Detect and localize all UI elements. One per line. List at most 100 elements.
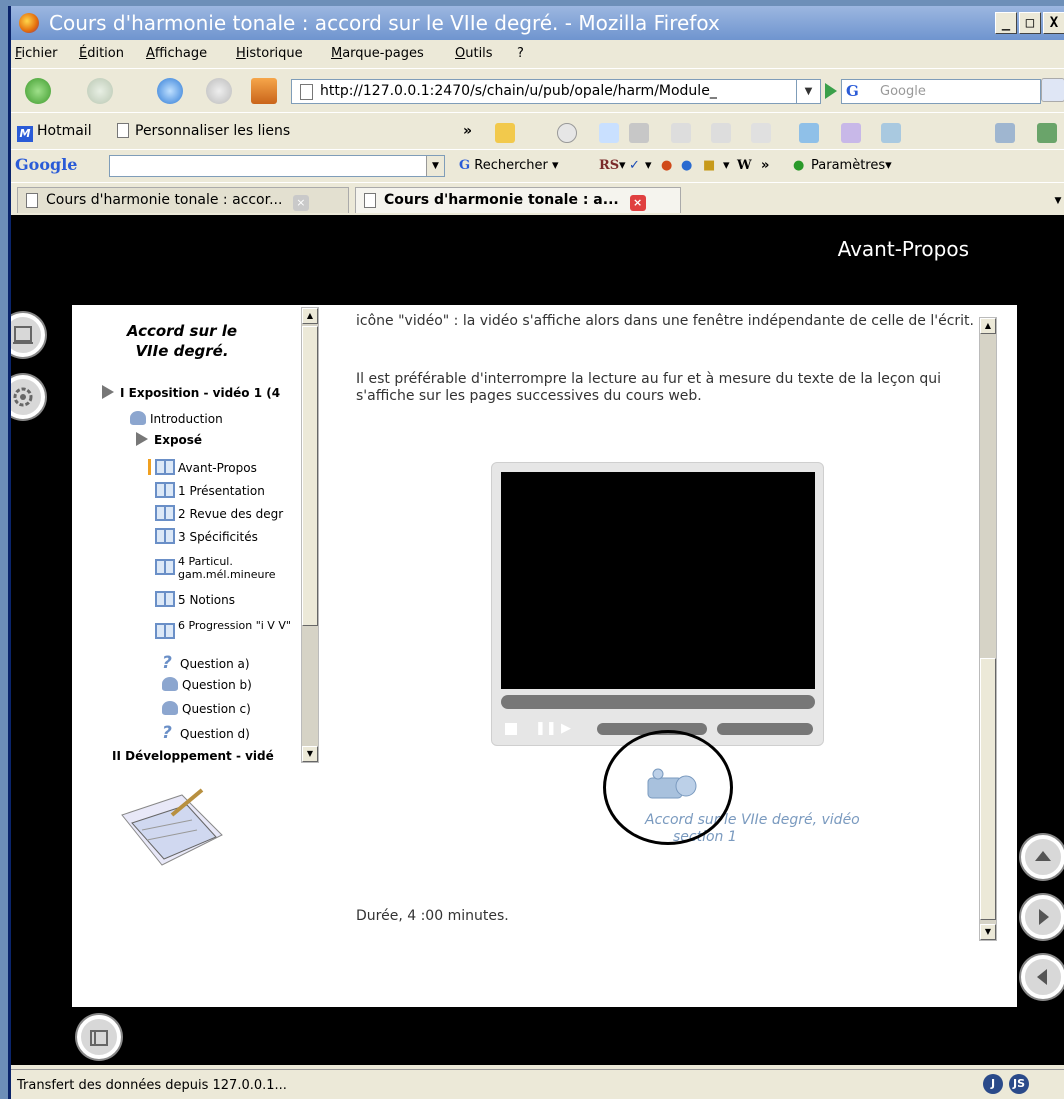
rs-dropdown-icon[interactable]: ▾ xyxy=(619,158,626,173)
text-intro: icône "vidéo" : la vidéo s'affiche alors… xyxy=(356,313,974,329)
back-icon[interactable] xyxy=(25,78,51,104)
bookmark-hotmail[interactable]: M Hotmail xyxy=(17,123,92,142)
history-icon[interactable] xyxy=(557,123,577,143)
share-icon[interactable]: ● xyxy=(681,158,692,173)
google-dropdown-icon[interactable]: ▼ xyxy=(426,156,444,176)
tab-inactive[interactable]: Cours d'harmonie tonale : accor... × xyxy=(17,187,349,213)
module-home-icon xyxy=(90,1030,108,1046)
stop-icon[interactable] xyxy=(206,78,232,104)
nav-question-c[interactable]: Question c) xyxy=(162,701,251,716)
bookmarks-icon[interactable] xyxy=(841,123,861,143)
url-bar[interactable]: http://127.0.0.1:2470/s/chain/u/pub/opal… xyxy=(291,79,821,104)
nav-item-revue[interactable]: 2 Revue des degr xyxy=(155,505,283,521)
nav-item-notions[interactable]: 5 Notions xyxy=(155,591,235,607)
nav-question-d[interactable]: ? Question d) xyxy=(162,723,250,743)
scroll-thumb[interactable] xyxy=(302,326,318,626)
scroll-up-icon[interactable]: ▲ xyxy=(980,318,996,334)
nav-item-avant-propos[interactable]: Avant-Propos xyxy=(148,459,257,475)
javascript-icon[interactable]: JS xyxy=(1009,1074,1029,1094)
outline-button[interactable] xyxy=(11,313,45,357)
nav-item-particul[interactable]: 4 Particul. gam.mél.mineure xyxy=(155,555,305,581)
book-icon xyxy=(155,528,175,544)
google-search-input[interactable]: ▼ xyxy=(109,155,445,177)
tab-list-dropdown-icon[interactable]: ▼ xyxy=(1051,191,1064,211)
close-tab-icon[interactable]: × xyxy=(629,195,646,211)
print-preview-icon[interactable] xyxy=(671,123,691,143)
google-more-button[interactable]: » xyxy=(761,158,769,173)
fullscreen-bar[interactable] xyxy=(717,723,813,735)
menu-edition[interactable]: Édition xyxy=(79,46,124,61)
minimize-button[interactable]: _ xyxy=(995,12,1017,34)
video-screen[interactable] xyxy=(501,472,815,689)
paste-icon[interactable] xyxy=(711,123,731,143)
cut-icon[interactable] xyxy=(751,123,771,143)
checkmark-icon[interactable]: ✓ xyxy=(629,158,640,173)
scroll-up-icon[interactable]: ▲ xyxy=(302,308,318,324)
sidebar-scrollbar[interactable]: ▲ ▼ xyxy=(301,307,319,763)
previous-page-button[interactable] xyxy=(1021,835,1064,879)
arrow-up-icon xyxy=(1035,851,1051,861)
reload-icon[interactable] xyxy=(157,78,183,104)
zoom-icon[interactable] xyxy=(629,123,649,143)
new-window-icon[interactable] xyxy=(799,123,819,143)
autofill-dropdown-icon[interactable]: ▾ xyxy=(723,158,730,173)
nav-item-presentation[interactable]: 1 Présentation xyxy=(155,482,265,498)
bookmark-personnaliser[interactable]: Personnaliser les liens xyxy=(117,123,290,139)
java-icon[interactable]: J xyxy=(983,1074,1003,1094)
back-page-button[interactable] xyxy=(1021,955,1064,999)
nav-expose[interactable]: Exposé xyxy=(136,432,202,447)
close-button[interactable]: X xyxy=(1043,12,1064,34)
video-player: ❚❚ ▶ xyxy=(491,462,824,746)
menu-outils[interactable]: Outils xyxy=(455,46,493,61)
forward-icon[interactable] xyxy=(87,78,113,104)
home-icon[interactable] xyxy=(251,78,277,104)
autofill-icon[interactable]: ■ xyxy=(703,158,715,173)
settings-button[interactable] xyxy=(11,375,45,419)
section-exposition[interactable]: I Exposition - vidéo 1 (4 xyxy=(102,385,280,400)
tab-active[interactable]: Cours d'harmonie tonale : a... × xyxy=(355,187,681,213)
menu-help[interactable]: ? xyxy=(517,46,524,61)
go-icon[interactable] xyxy=(825,83,837,99)
scroll-down-icon[interactable]: ▼ xyxy=(980,924,996,940)
menu-affichage[interactable]: Affichage xyxy=(146,46,207,61)
nav-introduction[interactable]: Introduction xyxy=(130,411,223,426)
url-dropdown-icon[interactable]: ▼ xyxy=(796,80,820,103)
menu-fichier[interactable]: Fichier xyxy=(15,46,58,61)
menu-historique[interactable]: Historique xyxy=(236,46,303,61)
download-icon[interactable] xyxy=(881,123,901,143)
content-scrollbar[interactable]: ▲ ▼ xyxy=(979,317,997,941)
google-search-button[interactable]: G Rechercher ▾ xyxy=(459,158,559,173)
search-engine-icon[interactable]: G xyxy=(846,82,859,100)
home-module-button[interactable] xyxy=(77,1015,121,1059)
close-tab-icon[interactable]: × xyxy=(292,195,309,211)
nav-item-specificites[interactable]: 3 Spécificités xyxy=(155,528,258,544)
spell-icon[interactable]: ● xyxy=(661,158,672,173)
maximize-button[interactable]: □ xyxy=(1019,12,1041,34)
section-developpement[interactable]: II Développement - vidé xyxy=(112,749,274,763)
google-logo[interactable]: Google xyxy=(15,155,77,174)
seek-bar[interactable] xyxy=(501,695,815,709)
stop-icon[interactable] xyxy=(505,723,517,735)
module-title: Accord sur le VIIe degré. xyxy=(126,322,238,360)
menu-marque-pages[interactable]: Marque-pages xyxy=(331,46,424,61)
nav-question-a[interactable]: ? Question a) xyxy=(162,653,250,673)
next-page-button[interactable] xyxy=(1021,895,1064,939)
print-icon[interactable] xyxy=(995,123,1015,143)
check-dropdown-icon[interactable]: ▾ xyxy=(645,158,652,173)
scroll-thumb[interactable] xyxy=(980,658,996,920)
pause-icon[interactable]: ❚❚ xyxy=(535,721,557,736)
folder-icon[interactable] xyxy=(495,123,515,143)
edit-icon[interactable] xyxy=(599,123,619,143)
scroll-down-icon[interactable]: ▼ xyxy=(302,746,318,762)
nav-question-b[interactable]: Question b) xyxy=(162,677,252,692)
text-paragraph: Il est préférable d'interrompre la lectu… xyxy=(356,371,942,404)
search-icon[interactable] xyxy=(1041,78,1064,102)
bookmarks-overflow[interactable]: » xyxy=(463,123,472,139)
mail-icon[interactable] xyxy=(1037,123,1057,143)
wikipedia-button[interactable]: W xyxy=(737,158,752,173)
search-input[interactable]: G Google xyxy=(841,79,1041,104)
rs-button[interactable]: RS xyxy=(599,158,619,173)
nav-item-progression[interactable]: 6 Progression "i V V" xyxy=(155,619,305,639)
play-icon[interactable]: ▶ xyxy=(561,721,571,736)
parametres-button[interactable]: Paramètres▾ xyxy=(811,158,892,173)
